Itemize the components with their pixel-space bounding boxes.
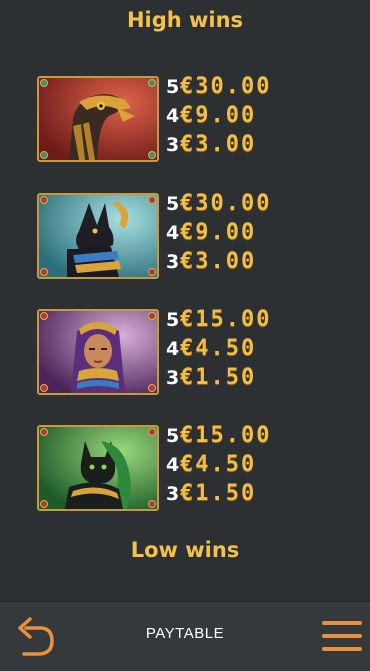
pay-value: €9.00	[180, 103, 257, 128]
pay-value: €3.00	[180, 132, 257, 157]
pay-count: 5	[166, 425, 180, 447]
pay-line: 4€4.50	[166, 334, 336, 363]
hamburger-menu-icon	[322, 634, 362, 638]
pay-line: 4€9.00	[166, 101, 336, 130]
anubis-jackal-symbol	[37, 193, 159, 279]
pay-line: 4€4.50	[166, 450, 336, 479]
pay-line: 3€3.00	[166, 130, 336, 159]
bastet-cat-symbol	[37, 425, 159, 511]
bastet-cat-icon	[39, 427, 157, 509]
low-wins-title: Low wins	[130, 538, 240, 562]
pay-line: 5€15.00	[166, 305, 336, 334]
pay-count: 3	[166, 251, 180, 273]
pay-value: €30.00	[180, 74, 272, 99]
anubis-pays: 5€30.00 4€9.00 3€3.00	[166, 189, 336, 276]
pay-value: €15.00	[180, 423, 272, 448]
horus-pays: 5€30.00 4€9.00 3€3.00	[166, 72, 336, 159]
pay-value: €15.00	[180, 307, 272, 332]
pay-count: 3	[166, 134, 180, 156]
pay-line: 5€30.00	[166, 72, 336, 101]
hamburger-menu-icon	[322, 621, 362, 625]
pay-line: 5€30.00	[166, 189, 336, 218]
horus-falcon-icon	[39, 78, 157, 160]
paytable-row-anubis: 5€30.00 4€9.00 3€3.00	[37, 191, 337, 281]
paytable-title: PAYTABLE	[145, 625, 225, 642]
high-wins-title: High wins	[126, 8, 244, 32]
pay-line: 3€1.50	[166, 479, 336, 508]
pay-count: 3	[166, 483, 180, 505]
anubis-jackal-icon	[39, 195, 157, 277]
cleopatra-pays: 5€15.00 4€4.50 3€1.50	[166, 305, 336, 392]
menu-button[interactable]	[322, 618, 362, 654]
pay-line: 3€1.50	[166, 363, 336, 392]
pay-line: 5€15.00	[166, 421, 336, 450]
pay-value: €1.50	[180, 365, 257, 390]
bottom-bar: PAYTABLE	[0, 601, 370, 671]
horus-falcon-symbol	[37, 76, 159, 162]
pay-count: 4	[166, 222, 180, 244]
cleopatra-queen-icon	[39, 311, 157, 393]
pay-value: €1.50	[180, 481, 257, 506]
pay-line: 4€9.00	[166, 218, 336, 247]
pay-count: 5	[166, 309, 180, 331]
pay-count: 4	[166, 454, 180, 476]
bastet-pays: 5€15.00 4€4.50 3€1.50	[166, 421, 336, 508]
paytable-row-cleopatra: 5€15.00 4€4.50 3€1.50	[37, 307, 337, 397]
pay-value: €4.50	[180, 336, 257, 361]
hamburger-menu-icon	[322, 647, 362, 651]
pay-count: 5	[166, 193, 180, 215]
pay-count: 3	[166, 367, 180, 389]
pay-value: €30.00	[180, 191, 272, 216]
pay-count: 4	[166, 105, 180, 127]
paytable-row-bastet: 5€15.00 4€4.50 3€1.50	[37, 423, 337, 513]
paytable-row-horus: 5€30.00 4€9.00 3€3.00	[37, 74, 337, 164]
pay-value: €3.00	[180, 249, 257, 274]
pay-value: €9.00	[180, 220, 257, 245]
pay-line: 3€3.00	[166, 247, 336, 276]
cleopatra-queen-symbol	[37, 309, 159, 395]
pay-value: €4.50	[180, 452, 257, 477]
pay-count: 4	[166, 338, 180, 360]
pay-count: 5	[166, 76, 180, 98]
